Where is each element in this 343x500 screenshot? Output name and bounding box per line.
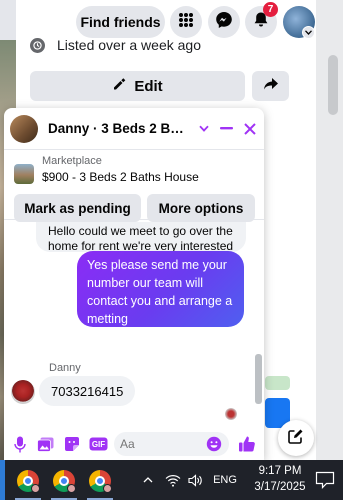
messenger-button[interactable]	[208, 6, 240, 38]
microphone-icon[interactable]	[10, 434, 30, 454]
profile-badge-icon	[67, 484, 76, 493]
menu-grid-icon	[178, 12, 194, 33]
message-input[interactable]	[120, 434, 205, 454]
wifi-status[interactable]	[163, 460, 183, 500]
page-scrollbar-thumb[interactable]	[328, 55, 338, 115]
chevron-down-icon[interactable]	[302, 26, 315, 39]
wifi-icon	[165, 474, 181, 487]
listing-thumbnail[interactable]	[14, 164, 34, 184]
minimize-icon[interactable]	[218, 120, 235, 138]
language-label: ENG	[213, 474, 237, 486]
chevron-up-icon	[143, 477, 153, 483]
close-icon[interactable]	[241, 120, 258, 138]
top-navigation: Find friends 7	[0, 0, 343, 40]
mark-as-pending-button[interactable]: Mark as pending	[14, 194, 141, 222]
profile-badge-icon	[103, 484, 112, 493]
share-arrow-icon	[263, 77, 279, 96]
listing-summary: Marketplace $900 - 3 Beds 2 Baths House …	[4, 150, 264, 222]
show-hidden-icons-button[interactable]	[140, 460, 156, 500]
message-list: Hello could we meet to go over the home …	[4, 222, 264, 420]
clock[interactable]: 9:17 PM 3/17/2025	[252, 463, 308, 495]
compose-icon	[288, 428, 304, 449]
input-language-button[interactable]: ENG	[208, 460, 242, 500]
find-friends-button[interactable]: Find friends	[76, 6, 165, 38]
pencil-icon	[112, 77, 126, 95]
chevron-down-icon[interactable]	[195, 120, 212, 138]
emoji-icon[interactable]	[204, 434, 224, 454]
message-composer: GIF	[4, 428, 264, 460]
chat-header[interactable]: Danny · 3 Beds 2 Baths H...	[4, 108, 264, 150]
seen-indicator-avatar	[225, 408, 237, 420]
sender-avatar[interactable]	[11, 380, 35, 404]
sticker-icon[interactable]	[62, 434, 82, 454]
listing-price-title[interactable]: $900 - 3 Beds 2 Baths House	[42, 170, 199, 184]
menu-button[interactable]	[170, 6, 202, 38]
marketplace-label: Marketplace	[42, 155, 102, 167]
new-message-button[interactable]	[278, 420, 314, 456]
chat-avatar[interactable]	[10, 114, 38, 143]
messenger-icon	[215, 11, 233, 34]
photo-icon[interactable]	[35, 434, 55, 454]
share-button[interactable]	[252, 71, 289, 101]
profile-badge-icon	[31, 484, 40, 493]
sender-name: Danny	[49, 362, 81, 374]
clock-date: 3/17/2025	[254, 481, 306, 493]
gif-icon[interactable]: GIF	[88, 434, 108, 454]
chat-window: Danny · 3 Beds 2 Baths H... Marketplace …	[4, 108, 264, 460]
outgoing-message: Yes please send me your number our team …	[77, 251, 244, 327]
incoming-message: Hello could we meet to go over the home …	[36, 222, 246, 252]
incoming-message: 7033216415	[39, 376, 136, 406]
taskbar: ENG 9:17 PM 3/17/2025	[0, 460, 343, 500]
chat-scrollbar[interactable]	[253, 222, 264, 420]
chat-scrollbar-thumb[interactable]	[255, 354, 262, 404]
volume-status[interactable]	[185, 460, 205, 500]
taskbar-active-indicator	[0, 460, 5, 500]
chat-title[interactable]: Danny · 3 Beds 2 Baths H...	[48, 121, 189, 136]
thumbs-up-icon[interactable]	[237, 434, 257, 454]
notification-count-badge: 7	[263, 2, 278, 17]
right-panel-green-item	[265, 376, 290, 390]
more-options-button[interactable]: More options	[147, 194, 255, 222]
edit-button[interactable]: Edit	[30, 71, 245, 101]
notification-center-icon[interactable]	[315, 471, 335, 489]
speaker-icon	[187, 473, 202, 487]
edit-label: Edit	[134, 77, 163, 95]
clock-time: 9:17 PM	[258, 465, 302, 477]
svg-text:GIF: GIF	[91, 440, 104, 449]
